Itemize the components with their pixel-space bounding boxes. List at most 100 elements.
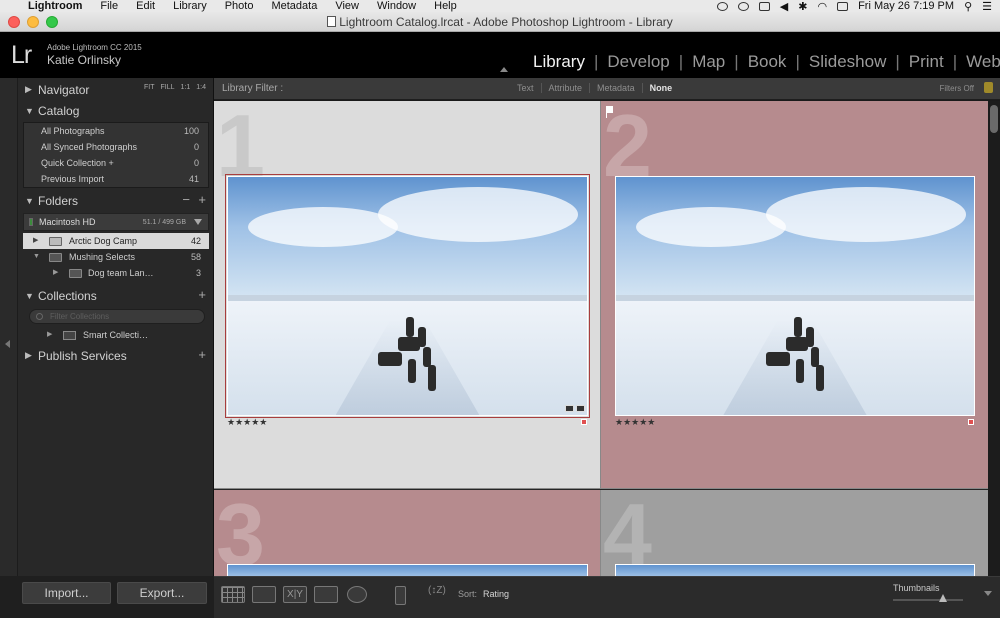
metadata-badge-icon[interactable] (565, 405, 574, 412)
thumbnail-size-slider-knob[interactable] (939, 594, 948, 602)
catalog-item-count: 0 (193, 142, 199, 152)
people-view-icon[interactable] (347, 586, 367, 603)
wifi-icon[interactable]: ◠ (817, 0, 827, 13)
module-slideshow[interactable]: Slideshow (805, 52, 891, 72)
menu-window[interactable]: Window (368, 0, 425, 12)
zoom-1-4[interactable]: 1:4 (196, 84, 206, 91)
top-panel-toggle-icon[interactable] (500, 67, 508, 72)
bluetooth-icon[interactable]: ✱ (798, 0, 807, 13)
filter-collections-input[interactable]: Filter Collections (29, 309, 205, 324)
thumbnail-image[interactable] (615, 176, 975, 416)
collapse-triangle-icon[interactable]: ▼ (25, 196, 38, 206)
menubar-clock[interactable]: Fri May 26 7:19 PM (858, 0, 954, 12)
battery-icon[interactable] (837, 1, 849, 11)
folder-label: Arctic Dog Camp (69, 236, 138, 246)
folders-header[interactable]: ▼ Folders − + (19, 190, 214, 211)
expand-triangle-icon[interactable]: ▶ (25, 350, 38, 361)
grid-cell[interactable]: 2 ★★★★★ (601, 101, 988, 489)
volume-macintosh-hd[interactable]: Macintosh HD 51.1 / 499 GB (23, 213, 209, 231)
navigator-header[interactable]: ▶ Navigator FIT FILL 1:1 1:4 (19, 79, 214, 100)
menu-view[interactable]: View (326, 0, 368, 12)
scrollbar-thumb[interactable] (990, 105, 998, 133)
left-panel-edge[interactable] (0, 78, 18, 576)
expand-triangle-icon[interactable]: ▶ (47, 327, 52, 343)
flag-icon[interactable] (606, 106, 613, 118)
star-rating[interactable]: ★★★★★ (227, 417, 267, 428)
menu-file[interactable]: File (91, 0, 127, 12)
lock-icon[interactable] (984, 82, 993, 93)
grid-cell[interactable]: 1 ★★★★★ (214, 101, 601, 489)
expand-triangle-icon[interactable]: ▶ (33, 233, 38, 249)
folder-mushing-selects[interactable]: ▼ Mushing Selects 58 (23, 249, 209, 265)
record-icon[interactable] (716, 1, 728, 11)
remove-folder-icon[interactable]: − (182, 192, 190, 207)
filters-off-dropdown[interactable]: Filters Off (939, 84, 974, 93)
collapse-left-panel-icon[interactable] (5, 340, 10, 348)
add-folder-icon[interactable]: + (198, 192, 206, 207)
zoom-fill[interactable]: FILL (161, 84, 175, 91)
menu-photo[interactable]: Photo (216, 0, 263, 12)
add-publish-service-icon[interactable]: + (198, 347, 206, 362)
sort-direction-icon[interactable]: (↕Z) (428, 585, 446, 596)
thumbnail-image[interactable] (225, 174, 590, 418)
volume-icon[interactable]: ◀ (780, 0, 788, 13)
airplay-icon[interactable] (758, 1, 770, 11)
grid-cell[interactable]: 4 (601, 490, 988, 576)
expand-triangle-icon[interactable]: ▶ (53, 265, 58, 281)
module-develop[interactable]: Develop (603, 52, 673, 72)
import-button[interactable]: Import... (22, 582, 111, 604)
grid-cell[interactable]: 3 (214, 490, 601, 576)
collapse-triangle-icon[interactable]: ▼ (25, 106, 38, 116)
module-map[interactable]: Map (688, 52, 729, 72)
catalog-header[interactable]: ▼ Catalog (19, 100, 214, 121)
filter-tab-attribute[interactable]: Attribute (542, 83, 591, 93)
folder-arctic-dog-camp[interactable]: ▶ Arctic Dog Camp 42 (23, 233, 209, 249)
star-rating[interactable]: ★★★★★ (615, 417, 655, 428)
catalog-item-all-photographs[interactable]: All Photographs 100 (24, 123, 208, 139)
collections-header[interactable]: ▼ Collections + (19, 285, 214, 306)
menu-library[interactable]: Library (164, 0, 216, 12)
notification-center-icon[interactable]: ☰ (982, 0, 992, 13)
smart-collections-set[interactable]: ▶ Smart Collecti… (19, 327, 214, 343)
grid-view-icon[interactable] (221, 586, 245, 603)
filter-tab-none[interactable]: None (643, 83, 680, 93)
menu-app-name[interactable]: Lightroom (26, 0, 91, 12)
thumbnail-image[interactable] (227, 564, 588, 576)
folder-dog-team[interactable]: ▶ Dog team Lan… 3 (23, 265, 209, 281)
toolbar-options-icon[interactable] (984, 591, 992, 596)
filter-tab-text[interactable]: Text (510, 83, 542, 93)
volume-dropdown-icon[interactable] (194, 219, 202, 225)
collapse-triangle-icon[interactable]: ▼ (25, 291, 38, 301)
module-book[interactable]: Book (744, 52, 791, 72)
color-label-icon[interactable] (968, 419, 974, 425)
sort-dropdown[interactable]: Rating (483, 589, 509, 599)
expand-triangle-icon[interactable]: ▶ (25, 84, 38, 95)
publish-services-header[interactable]: ▶ Publish Services + (19, 345, 214, 366)
survey-view-icon[interactable] (314, 586, 338, 603)
module-library[interactable]: Library (529, 52, 589, 72)
color-label-icon[interactable] (581, 419, 587, 425)
module-print[interactable]: Print (905, 52, 948, 72)
thumbnail-size-slider[interactable] (893, 599, 963, 601)
module-web[interactable]: Web (962, 52, 1000, 72)
add-collection-icon[interactable]: + (198, 287, 206, 302)
thumbnail-image[interactable] (615, 564, 975, 576)
compare-view-icon[interactable]: X|Y (283, 586, 307, 603)
spray-can-icon[interactable] (395, 586, 406, 605)
menu-help[interactable]: Help (425, 0, 466, 12)
catalog-item-quick-collection[interactable]: Quick Collection + 0 (24, 155, 208, 171)
spotlight-icon[interactable]: ⚲ (964, 0, 972, 13)
export-button[interactable]: Export... (117, 582, 207, 604)
filter-tab-metadata[interactable]: Metadata (590, 83, 643, 93)
sync-icon[interactable] (737, 1, 749, 11)
develop-badge-icon[interactable] (576, 405, 585, 412)
zoom-fit[interactable]: FIT (144, 84, 155, 91)
menu-edit[interactable]: Edit (127, 0, 164, 12)
loupe-view-icon[interactable] (252, 586, 276, 603)
menu-metadata[interactable]: Metadata (262, 0, 326, 12)
catalog-item-previous-import[interactable]: Previous Import 41 (24, 171, 208, 187)
collapse-triangle-icon[interactable]: ▼ (33, 249, 40, 265)
zoom-1-1[interactable]: 1:1 (181, 84, 191, 91)
catalog-item-all-synced[interactable]: All Synced Photographs 0 (24, 139, 208, 155)
grid-scrollbar[interactable] (988, 101, 1000, 576)
